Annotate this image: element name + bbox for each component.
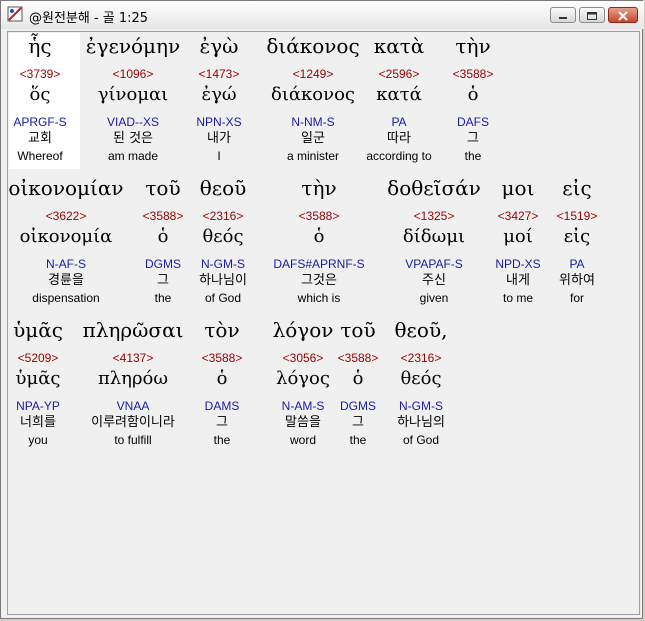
english-gloss: you <box>28 433 48 447</box>
strong-number: <2316> <box>400 351 442 365</box>
english-gloss: of God <box>402 433 440 447</box>
english-gloss: which is <box>297 291 341 305</box>
app-icon <box>7 6 23 22</box>
word-cell[interactable]: θεοῦ, <2316> θεός N-GM-S 하나님의 of God <box>341 316 501 448</box>
korean-gloss: 교회 <box>28 131 52 146</box>
title-bar[interactable]: @원전분해 - 골 1:25 <box>1 1 644 29</box>
strong-number: <3622> <box>45 209 87 223</box>
parsing-code: DAFS <box>456 115 489 129</box>
lemma: θεός <box>400 368 442 389</box>
lemma: ὅς <box>29 84 51 105</box>
close-icon <box>618 11 628 21</box>
english-gloss: the <box>464 149 482 163</box>
close-button[interactable] <box>608 7 638 23</box>
maximize-icon <box>587 12 597 20</box>
korean-gloss: 너희를 <box>20 415 56 430</box>
parsing-code: PA <box>569 257 585 271</box>
lemma: θεός <box>202 226 244 247</box>
strong-number: <3588> <box>452 67 494 81</box>
greek-word: ἧς <box>28 34 52 58</box>
korean-gloss: 경륜을 <box>48 273 84 288</box>
lemma: ὁ <box>313 226 325 247</box>
korean-gloss: 그 <box>467 131 479 146</box>
greek-word: τὴν <box>455 34 491 58</box>
english-gloss: I <box>217 149 221 163</box>
app-window: @원전분해 - 골 1:25 ἧς <3739> ὅς APRGF-S 교회 Whereo… <box>0 0 644 619</box>
english-gloss: for <box>569 291 584 305</box>
strong-number: <1519> <box>556 209 598 223</box>
parsing-code: N-AF-S <box>46 257 86 271</box>
korean-gloss: 하나님의 <box>397 415 445 430</box>
window-title: @원전분해 - 골 1:25 <box>29 11 149 26</box>
minimize-icon <box>559 17 567 19</box>
strong-number: <2316> <box>202 209 244 223</box>
word-cell[interactable]: τὴν <3588> ὁ DAFS 그 the <box>393 32 553 164</box>
greek-word: εἰς <box>562 176 592 200</box>
english-gloss: of God <box>204 291 242 305</box>
lemma: ἐγώ <box>201 84 237 105</box>
lemma: ὁ <box>467 84 479 105</box>
greek-word: θεοῦ, <box>394 318 448 342</box>
parsing-code: N-GM-S <box>399 399 443 413</box>
maximize-button[interactable] <box>579 7 605 23</box>
korean-gloss: 그것은 <box>301 273 337 288</box>
minimize-button[interactable] <box>550 7 576 23</box>
korean-gloss: 내가 <box>207 131 231 146</box>
interlinear-panel: ἧς <3739> ὅς APRGF-S 교회 Whereof ἐγενόμην <1096>… <box>7 31 640 615</box>
korean-gloss: 위하여 <box>559 273 595 288</box>
greek-word: τὴν <box>301 176 337 200</box>
parsing-code: DAFS#APRNF-S <box>273 257 365 271</box>
strong-number: <3588> <box>298 209 340 223</box>
word-cell[interactable]: εἰς <1519> εἰς PA 위하여 for <box>497 174 639 306</box>
lemma: εἰς <box>563 226 591 247</box>
